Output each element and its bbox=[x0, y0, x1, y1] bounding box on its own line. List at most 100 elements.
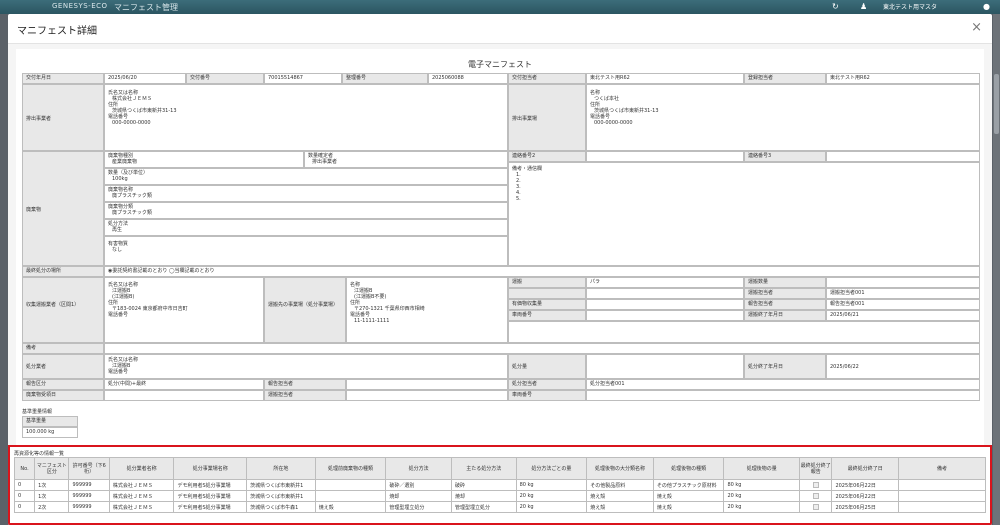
value-unpan-suryo bbox=[826, 277, 980, 288]
unpan-info: 氏名又は名称 江運搬B (江運搬B) 住所 〒183-0024 東京都府中市日吉… bbox=[104, 277, 264, 343]
column-header: 処分方法 bbox=[385, 457, 452, 480]
waste-category: 廃棄物分類 廃プラスチック類 bbox=[104, 202, 508, 219]
label-shudan: 運搬 bbox=[508, 277, 586, 288]
table-cell: 80 kg bbox=[515, 479, 588, 491]
table-cell bbox=[898, 490, 986, 502]
unpan-blank-area bbox=[508, 321, 980, 343]
manifest-detail-modal: マニフェスト詳細 × 電子マニフェスト 交付年月日 2025/06/20 交付番… bbox=[8, 14, 992, 525]
label-biko: 備考 bbox=[22, 343, 104, 354]
label-hokoku-kubun: 報告区分 bbox=[22, 379, 104, 390]
value-yuka-suryo bbox=[586, 299, 744, 310]
value-seiri-no: 2025060088 bbox=[428, 73, 508, 84]
unpan-saki-tel: 11-1111-1111 bbox=[354, 318, 390, 324]
jigyojo-info: 名称 つくば本社 住所 茨城県つくば市東新井31-13 電話番号 000-000… bbox=[586, 84, 980, 151]
table-cell: 焼え殻 bbox=[652, 490, 725, 502]
final-report-checkbox-cell bbox=[799, 479, 833, 491]
table-cell: デモ利用者S処分事業場 bbox=[173, 490, 248, 502]
value-saishu: ◉委託契約書記載のとおり ◯当欄記載のとおり bbox=[104, 266, 980, 277]
table-cell: 2次 bbox=[34, 501, 70, 513]
value-shudan: パラ bbox=[586, 277, 744, 288]
recycling-info-table: No. マニフェスト区分 許可番号（下6桁） 処分業者名称 処分事業場名称 所在地 処理前廃… bbox=[13, 457, 986, 513]
label-unpan-tanto: 運搬担当者 bbox=[744, 288, 826, 299]
value-unpan-end: 2025/06/21 bbox=[826, 310, 980, 321]
avatar-icon[interactable]: ● bbox=[983, 2, 990, 11]
bell-icon[interactable]: ♟ bbox=[860, 2, 867, 11]
label-jigyojo: 排出事業場 bbox=[508, 84, 586, 151]
value-juryo bbox=[104, 390, 264, 401]
table-cell: 焼え殻 bbox=[314, 501, 387, 513]
column-header: 主たる処分方法 bbox=[450, 457, 517, 480]
final-report-checkbox[interactable] bbox=[812, 492, 819, 499]
table-cell: 2025年06月22日 bbox=[831, 490, 900, 502]
close-icon[interactable]: × bbox=[971, 20, 982, 35]
app-header-bar: GENESYS-ECO マニフェスト管理 ↻ ♟ 東北テスト用マスタ ● bbox=[0, 0, 1000, 14]
value-unpan-tanto-2 bbox=[346, 390, 508, 401]
table-cell: 0 bbox=[13, 490, 36, 502]
table-row[interactable]: 0 2次 999999 株式会社ＪＥＭＳ デモ利用者S処分事業場 茨城県つくば市牛森1 焼え… bbox=[13, 501, 986, 513]
value-shobun-end: 2025/06/22 bbox=[826, 354, 980, 379]
label-kofu-tanto: 交付担当者 bbox=[508, 73, 586, 84]
user-name[interactable]: 東北テスト用マスタ bbox=[883, 2, 937, 11]
table-cell: 999999 bbox=[68, 479, 110, 491]
table-cell: 株式会社ＪＥＭＳ bbox=[108, 501, 175, 513]
back-icon[interactable]: ↻ bbox=[832, 2, 839, 11]
waste-type: 廃棄物種別 産業廃棄物 bbox=[104, 151, 304, 168]
column-header: 処理後物の量 bbox=[723, 457, 801, 480]
page-scrollbar[interactable] bbox=[993, 14, 1000, 525]
label-yuka-suryo: 有価物収集量 bbox=[508, 299, 586, 310]
table-cell: 20 kg bbox=[515, 490, 588, 502]
modal-body[interactable]: 電子マニフェスト 交付年月日 2025/06/20 交付番号 700155148… bbox=[8, 44, 992, 525]
waste-name: 廃棄物名称 廃プラスチック類 bbox=[104, 185, 508, 202]
value-kofu-tanto: 東北テスト用R62 bbox=[586, 73, 744, 84]
column-header: 備考 bbox=[898, 457, 986, 480]
table-row[interactable]: 0 1次 999999 株式会社ＪＥＭＳ デモ利用者S処分事業場 茨城県つくば市東新井1 焼… bbox=[13, 490, 986, 502]
recycling-info-title: 再資源化等の情報一覧 bbox=[14, 451, 65, 457]
table-cell: 20 kg bbox=[723, 490, 801, 502]
shobun-info: 氏名又は名称 江運搬B 電話番号 bbox=[104, 354, 508, 379]
jigyojo-tel: 000-0000-0000 bbox=[594, 120, 633, 126]
final-report-checkbox[interactable] bbox=[812, 503, 819, 510]
table-cell: 破砕 bbox=[450, 479, 517, 491]
app-logo: GENESYS-ECO bbox=[52, 2, 108, 10]
column-header: マニフェスト区分 bbox=[34, 457, 70, 480]
table-cell: 株式会社ＪＥＭＳ bbox=[108, 490, 175, 502]
label-sharyo-2: 車両番号 bbox=[508, 390, 586, 401]
label-unpan-saki: 運搬先の事業場（処分事業場） bbox=[264, 277, 346, 343]
haishutsu-info: 氏名又は名称 株式会社ＪＥＭＳ 住所 茨城県つくば市東新井31-13 電話番号 … bbox=[104, 84, 508, 151]
scrollbar-thumb[interactable] bbox=[994, 74, 999, 134]
table-cell: デモ利用者S処分事業場 bbox=[173, 479, 248, 491]
table-cell: 1次 bbox=[34, 479, 70, 491]
table-cell: 999999 bbox=[68, 501, 110, 513]
label-toroku-tanto: 登録担当者 bbox=[744, 73, 826, 84]
modal-header: マニフェスト詳細 × bbox=[8, 14, 992, 44]
label-unpan-suryo: 運搬数量 bbox=[744, 277, 826, 288]
value-shobun-ryo bbox=[586, 354, 744, 379]
label-haikibutsu: 廃棄物 bbox=[22, 151, 104, 266]
table-cell: 20 kg bbox=[723, 501, 801, 513]
value-kofu-date: 2025/06/20 bbox=[104, 73, 186, 84]
biko-item: 5. bbox=[516, 196, 521, 202]
final-report-checkbox[interactable] bbox=[812, 481, 819, 488]
column-header: 許可番号（下6桁） bbox=[68, 457, 110, 480]
value-toroku-tanto: 東北テスト用R62 bbox=[826, 73, 980, 84]
table-cell: 焼却 bbox=[385, 490, 452, 502]
table-row[interactable]: 0 1次 999999 株式会社ＪＥＭＳ デモ利用者S処分事業場 茨城県つくば市東新井1 破… bbox=[13, 479, 986, 491]
document-title: 電子マニフェスト bbox=[468, 60, 532, 69]
table-cell: デモ利用者S処分事業場 bbox=[173, 501, 248, 513]
column-header: 処理後物の種類 bbox=[652, 457, 725, 480]
table-cell: 1次 bbox=[34, 490, 70, 502]
value-biko bbox=[104, 343, 980, 354]
table-cell: 茨城県つくば市東新井1 bbox=[246, 490, 316, 502]
table-cell: 焼え殻 bbox=[652, 501, 725, 513]
std-weight-title: 基準重量情報 bbox=[22, 409, 53, 415]
table-cell: 2025年06月22日 bbox=[831, 479, 900, 491]
label-seiri-no: 整理番号 bbox=[342, 73, 428, 84]
label-renraku3: 連絡番号3 bbox=[744, 151, 826, 162]
column-header: 最終処分終了日 bbox=[831, 457, 900, 480]
label-shobun-gyosha: 処分業者 bbox=[22, 354, 104, 379]
label-shobun-end: 処分終了年月日 bbox=[744, 354, 826, 379]
table-cell: 茨城県つくば市東新井1 bbox=[246, 479, 316, 491]
label-shobun-tanto: 処分担当者 bbox=[508, 379, 586, 390]
table-cell bbox=[314, 490, 387, 502]
table-cell: 焼え殻 bbox=[586, 501, 654, 513]
